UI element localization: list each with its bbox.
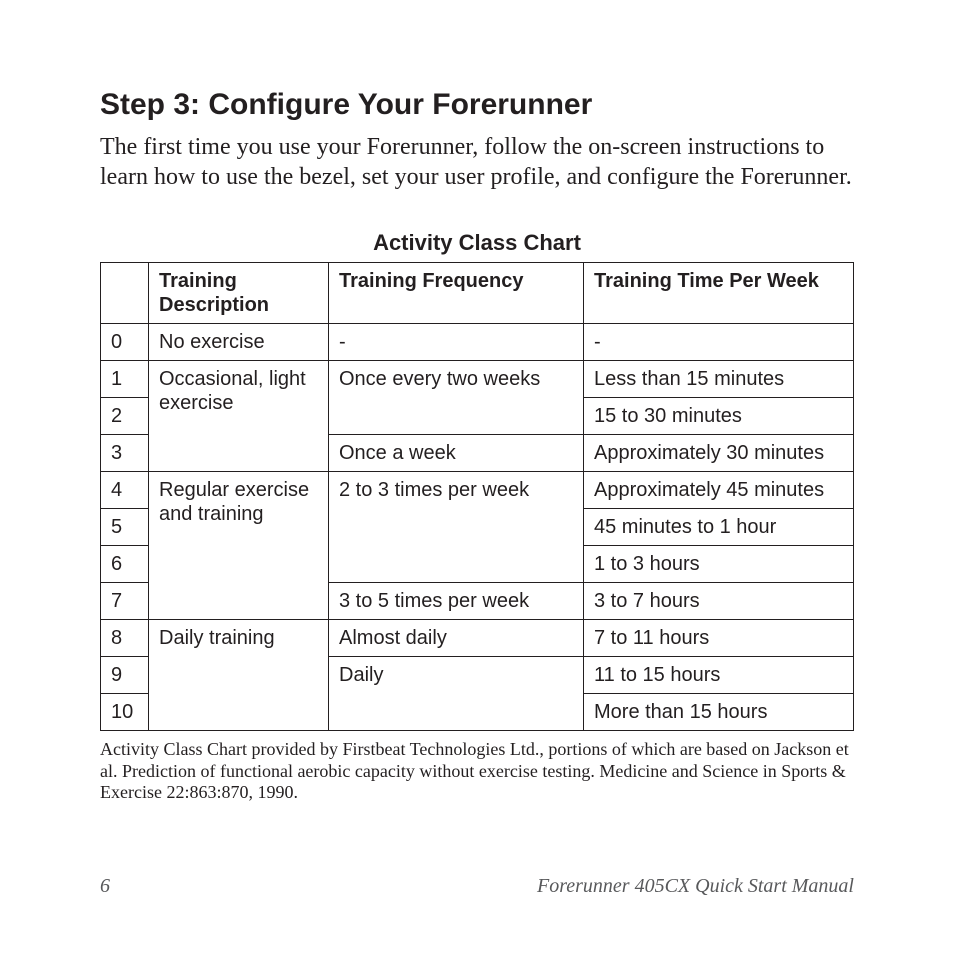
table-row: 8 Daily training Almost daily 7 to 11 ho… xyxy=(101,620,854,657)
class-number: 1 xyxy=(101,361,149,398)
class-number: 5 xyxy=(101,509,149,546)
page-number: 6 xyxy=(100,875,110,898)
time-cell: Approximately 30 minutes xyxy=(584,435,854,472)
description-cell: No exercise xyxy=(149,324,329,361)
class-number: 6 xyxy=(101,546,149,583)
frequency-cell: Once a week xyxy=(329,435,584,472)
header-frequency: Training Frequency xyxy=(329,263,584,324)
frequency-cell: - xyxy=(329,324,584,361)
step-heading: Step 3: Configure Your Forerunner xyxy=(100,88,854,122)
table-row: 0 No exercise - - xyxy=(101,324,854,361)
time-cell: 11 to 15 hours xyxy=(584,657,854,694)
manual-page: Step 3: Configure Your Forerunner The fi… xyxy=(0,0,954,954)
time-cell: More than 15 hours xyxy=(584,694,854,731)
time-cell: 7 to 11 hours xyxy=(584,620,854,657)
manual-title: Forerunner 405CX Quick Start Manual xyxy=(537,875,854,898)
description-cell: Regular exercise and training xyxy=(149,472,329,620)
activity-class-table: Training Description Training Frequency … xyxy=(100,262,854,731)
frequency-cell: Almost daily xyxy=(329,620,584,657)
time-cell: 1 to 3 hours xyxy=(584,546,854,583)
class-number: 0 xyxy=(101,324,149,361)
frequency-cell: Daily xyxy=(329,657,584,731)
description-cell: Occasional, light exercise xyxy=(149,361,329,472)
header-time: Training Time Per Week xyxy=(584,263,854,324)
attribution-text: Activity Class Chart provided by Firstbe… xyxy=(100,739,854,804)
class-number: 7 xyxy=(101,583,149,620)
frequency-cell: 2 to 3 times per week xyxy=(329,472,584,583)
class-number: 4 xyxy=(101,472,149,509)
time-cell: Less than 15 minutes xyxy=(584,361,854,398)
class-number: 10 xyxy=(101,694,149,731)
class-number: 2 xyxy=(101,398,149,435)
header-blank xyxy=(101,263,149,324)
frequency-cell: Once every two weeks xyxy=(329,361,584,435)
table-row: 1 Occasional, light exercise Once every … xyxy=(101,361,854,398)
time-cell: 45 minutes to 1 hour xyxy=(584,509,854,546)
intro-paragraph: The first time you use your Forerunner, … xyxy=(100,132,854,192)
time-cell: 15 to 30 minutes xyxy=(584,398,854,435)
table-header-row: Training Description Training Frequency … xyxy=(101,263,854,324)
frequency-cell: 3 to 5 times per week xyxy=(329,583,584,620)
class-number: 3 xyxy=(101,435,149,472)
time-cell: Approximately 45 minutes xyxy=(584,472,854,509)
table-title: Activity Class Chart xyxy=(100,230,854,256)
page-footer: 6 Forerunner 405CX Quick Start Manual xyxy=(100,875,854,898)
header-description: Training Description xyxy=(149,263,329,324)
class-number: 9 xyxy=(101,657,149,694)
time-cell: - xyxy=(584,324,854,361)
table-row: 4 Regular exercise and training 2 to 3 t… xyxy=(101,472,854,509)
time-cell: 3 to 7 hours xyxy=(584,583,854,620)
description-cell: Daily training xyxy=(149,620,329,731)
class-number: 8 xyxy=(101,620,149,657)
